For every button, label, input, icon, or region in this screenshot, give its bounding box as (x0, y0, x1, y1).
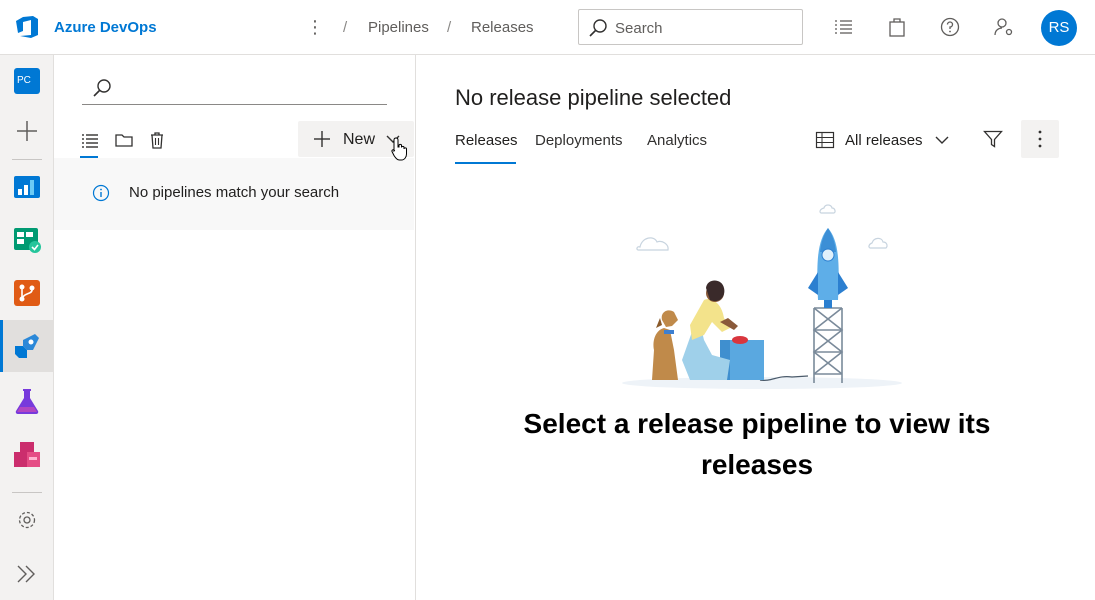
nav-project[interactable]: PC (0, 55, 54, 107)
breadcrumb-pipelines[interactable]: Pipelines (368, 19, 429, 36)
artifacts-icon (14, 442, 40, 467)
breadcrumb-separator: / (343, 19, 348, 36)
new-button-label: New (343, 131, 376, 148)
info-icon (92, 184, 110, 202)
nav-project-settings[interactable] (0, 494, 54, 546)
test-plans-icon (15, 389, 39, 415)
empty-state-headline: Select a release pipeline to view its re… (523, 408, 991, 480)
more-vertical-icon[interactable]: ⋮ (306, 14, 324, 40)
filter-funnel-icon[interactable] (983, 129, 1003, 149)
active-tab-indicator (455, 162, 516, 164)
more-vertical-icon (1038, 130, 1042, 148)
nav-repos[interactable] (0, 267, 54, 319)
view-filter-dropdown[interactable]: All releases (815, 129, 955, 155)
nav-expand[interactable] (0, 548, 54, 600)
user-avatar[interactable]: RS (1041, 10, 1077, 46)
mouse-pointer-icon (391, 137, 407, 161)
help-icon[interactable] (938, 15, 962, 39)
gear-icon (18, 511, 36, 529)
nav-new[interactable] (0, 105, 54, 157)
shopping-bag-icon[interactable] (885, 15, 909, 39)
breadcrumb-releases[interactable]: Releases (471, 19, 534, 36)
azure-devops-logo-icon[interactable] (14, 14, 40, 40)
overview-icon (14, 176, 40, 198)
tab-analytics[interactable]: Analytics (647, 132, 707, 149)
trash-icon[interactable] (147, 130, 167, 150)
search-icon (589, 19, 607, 37)
task-list-icon[interactable] (832, 15, 856, 39)
rocket-launch-illustration (622, 204, 902, 389)
nav-test-plans[interactable] (0, 375, 54, 427)
nav-boards[interactable] (0, 213, 54, 265)
empty-state-message: No pipelines match your search (129, 184, 340, 201)
empty-state-row: No pipelines match your search (54, 158, 414, 230)
user-settings-icon[interactable] (992, 15, 1016, 39)
plus-icon (17, 121, 37, 141)
table-view-icon (815, 131, 835, 149)
folder-icon[interactable] (114, 130, 134, 150)
chevron-down-icon (935, 136, 949, 144)
brand-name[interactable]: Azure DevOps (54, 19, 157, 36)
tab-releases[interactable]: Releases (455, 132, 518, 149)
search-placeholder: Search (615, 20, 663, 37)
search-icon (93, 79, 111, 97)
nav-divider (12, 159, 42, 160)
page-title: No release pipeline selected (455, 85, 732, 110)
nav-divider (12, 492, 42, 493)
double-chevron-right-icon (17, 565, 35, 583)
plus-icon (314, 131, 330, 147)
nav-artifacts[interactable] (0, 429, 54, 481)
project-initials: PC (17, 75, 31, 86)
nav-pipelines[interactable] (0, 320, 54, 372)
view-filter-label: All releases (845, 132, 923, 149)
list-view-icon[interactable] (80, 130, 100, 150)
more-actions-button[interactable] (1021, 120, 1059, 158)
pipelines-panel: New No pipelines match your search (54, 55, 416, 600)
nav-overview[interactable] (0, 161, 54, 213)
left-navigation: PC (0, 55, 54, 600)
top-bar: Azure DevOps ⋮ / Pipelines / Releases Se… (0, 0, 1095, 55)
tab-deployments[interactable]: Deployments (535, 132, 623, 149)
filter-pipelines-input[interactable] (82, 69, 387, 105)
main-content: No release pipeline selected Releases De… (417, 55, 1095, 600)
breadcrumb-separator: / (447, 19, 452, 36)
boards-icon (14, 228, 41, 253)
repos-icon (14, 280, 40, 306)
search-input[interactable]: Search (578, 9, 803, 45)
pipelines-icon (15, 334, 39, 358)
